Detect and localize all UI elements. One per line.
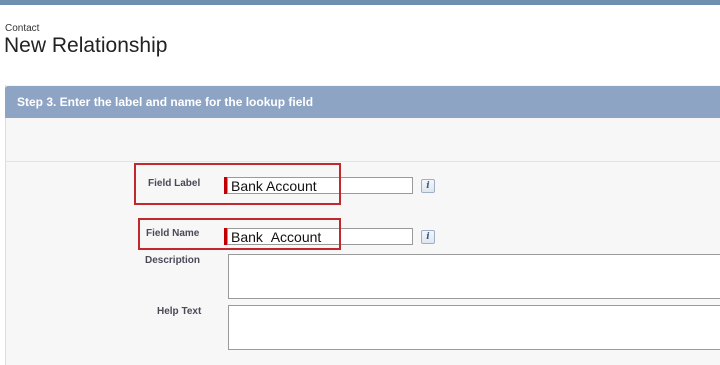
- top-bar: [0, 0, 720, 5]
- step-title: Step 3. Enter the label and name for the…: [17, 95, 314, 109]
- section-divider: [5, 161, 720, 162]
- description-label: Description: [145, 255, 201, 266]
- page-title: New Relationship: [4, 34, 168, 57]
- help-text-label: Help Text: [157, 306, 202, 317]
- field-label-input[interactable]: [227, 177, 413, 194]
- info-icon[interactable]: i: [421, 230, 435, 244]
- field-label-label: Field Label: [148, 178, 201, 189]
- step-header: Step 3. Enter the label and name for the…: [5, 86, 720, 118]
- field-name-label: Field Name: [146, 228, 200, 239]
- help-text-textarea[interactable]: [228, 305, 720, 350]
- info-icon[interactable]: i: [421, 179, 435, 193]
- field-name-input[interactable]: [227, 228, 413, 245]
- breadcrumb: Contact: [5, 23, 40, 34]
- description-textarea[interactable]: [228, 254, 720, 299]
